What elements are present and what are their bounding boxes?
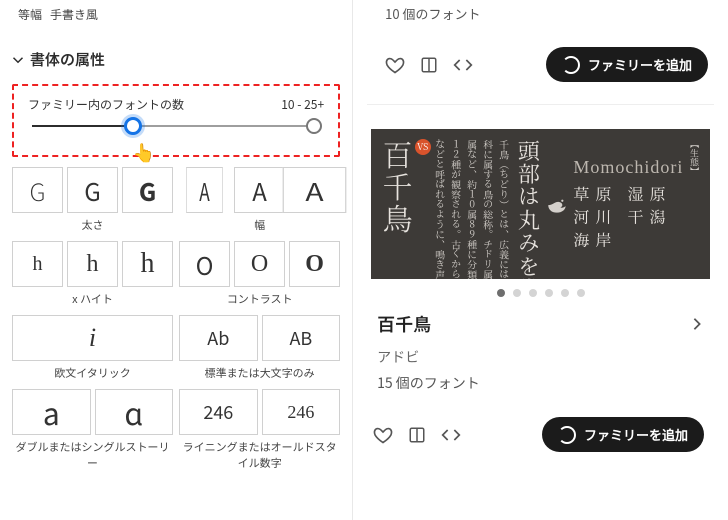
xheight-low[interactable]: h [12, 241, 63, 287]
case-mixed[interactable]: Ab [179, 315, 258, 361]
attr-width: A A A 幅 [179, 167, 340, 233]
compare-icon[interactable] [419, 55, 439, 75]
storey-label: ダブルまたはシングルストーリー [12, 439, 173, 471]
prev-card-font-count: 10 個のフォント [367, 0, 714, 23]
weight-regular[interactable]: G [67, 167, 118, 213]
carousel-dot-4[interactable] [545, 289, 553, 297]
attr-figures: 246 246 ライニングまたはオールドスタイル数字 [179, 389, 340, 471]
slider-label: ファミリー内のフォントの数 [28, 96, 184, 113]
carousel-dot-1[interactable] [497, 289, 505, 297]
preview-body-3: 属など、約10属89種に分類され、日本では [465, 139, 479, 269]
font-foundry: アドビ [371, 337, 710, 367]
tag-monospace[interactable]: 等幅 [18, 6, 42, 23]
carousel-dots [371, 279, 710, 311]
font-count: 15 個のフォント [371, 367, 710, 393]
attr-storey: a ɑ ダブルまたはシングルストーリー [12, 389, 173, 471]
chevron-down-icon [12, 54, 24, 66]
contrast-high[interactable]: O [289, 241, 340, 287]
card-divider [367, 104, 714, 105]
width-label: 幅 [179, 217, 340, 233]
italic-label: 欧文イタリック [12, 365, 173, 381]
chevron-right-icon [690, 317, 704, 331]
add-family-button[interactable]: ファミリーを追加 [542, 417, 704, 452]
fonts-per-family-slider-box: ファミリー内のフォントの数 10 - 25+ 👆 [12, 84, 340, 157]
preview-romaji: Momochidori [573, 157, 683, 178]
figures-label: ライニングまたはオールドスタイル数字 [179, 439, 340, 471]
code-icon[interactable] [441, 425, 461, 445]
slider-range-value: 10 - 25+ [281, 96, 324, 113]
font-title-row[interactable]: 百千鳥 [371, 311, 710, 337]
prev-card-actions: ファミリーを追加 [367, 23, 714, 104]
preview-vs-badge-col: VS [415, 139, 431, 269]
favorite-icon[interactable] [385, 55, 405, 75]
preview-body-4: 12種が観察される。古くから「友呼ぶ千鳥」 [449, 139, 463, 269]
case-upper[interactable]: AB [262, 315, 341, 361]
slider-handle-min[interactable] [124, 117, 142, 135]
classification-tags: 等幅 手書き風 [12, 0, 340, 41]
attr-italic: i 欧文イタリック [12, 315, 173, 381]
slider-fill [32, 125, 133, 127]
font-title: 百千鳥 [377, 311, 431, 337]
case-label: 標準または大文字のみ [179, 365, 340, 381]
weight-label: 太さ [12, 217, 173, 233]
creative-cloud-icon [562, 56, 580, 74]
preview-latin-block: Momochidori 草原 湿原 河川 干潟 海岸 [573, 139, 685, 269]
weight-bold[interactable]: G [122, 167, 173, 213]
slider-handle-max[interactable] [306, 118, 322, 134]
xheight-high[interactable]: h [122, 241, 173, 287]
carousel-dot-2[interactable] [513, 289, 521, 297]
font-preview[interactable]: 百千鳥 VS などと呼ばれるように、鳴き声が特徴的である 12種が観察される。古… [371, 129, 710, 279]
results-panel: 10 個のフォント ファミリーを追加 百千鳥 VS などと呼ばれるように、鳴き声… [353, 0, 728, 520]
vs-badge: VS [415, 139, 431, 155]
width-normal[interactable]: A [234, 167, 285, 213]
bird-icon [545, 139, 571, 269]
preview-body-2: 科に属する鳥の総称。チドリ属、コバシチドリ [481, 139, 495, 269]
font-card-momochidori: 百千鳥 VS などと呼ばれるように、鳴き声が特徴的である 12種が観察される。古… [367, 129, 714, 474]
code-icon[interactable] [453, 55, 473, 75]
figures-oldstyle[interactable]: 246 [262, 389, 341, 435]
filter-panel: 等幅 手書き風 書体の属性 ファミリー内のフォントの数 10 - 25+ 👆 G… [0, 0, 353, 520]
tag-handwritten[interactable]: 手書き風 [50, 6, 98, 23]
add-family-label: ファミリーを追加 [588, 55, 692, 74]
attr-weight: G G G 太さ [12, 167, 173, 233]
storey-single[interactable]: ɑ [95, 389, 174, 435]
attr-contrast: O O O コントラスト [179, 241, 340, 307]
carousel-dot-6[interactable] [577, 289, 585, 297]
attr-xheight: h h h x ハイト [12, 241, 173, 307]
xheight-label: x ハイト [12, 291, 173, 307]
compare-icon[interactable] [407, 425, 427, 445]
carousel-dot-3[interactable] [529, 289, 537, 297]
weight-thin[interactable]: G [12, 167, 63, 213]
figures-lining[interactable]: 246 [179, 389, 258, 435]
add-family-button[interactable]: ファミリーを追加 [546, 47, 708, 82]
properties-section-title: 書体の属性 [30, 49, 105, 70]
preview-body-5: などと呼ばれるように、鳴き声が特徴的である [433, 139, 447, 269]
italic-cell[interactable]: i [12, 315, 173, 361]
preview-headline: 頭部は丸みを帯び嘴は大型 [513, 139, 544, 269]
favorite-icon[interactable] [373, 425, 393, 445]
carousel-dot-5[interactable] [561, 289, 569, 297]
xheight-mid[interactable]: h [67, 241, 118, 287]
creative-cloud-icon [558, 426, 576, 444]
fonts-per-family-slider[interactable]: 👆 [32, 125, 320, 127]
attr-case: Ab AB 標準または大文字のみ [179, 315, 340, 381]
add-family-label: ファミリーを追加 [584, 425, 688, 444]
contrast-mid[interactable]: O [234, 241, 285, 287]
cursor-hand-icon: 👆 [133, 139, 155, 165]
font-card-actions: ファミリーを追加 [371, 393, 710, 474]
width-narrow[interactable]: A [186, 167, 223, 213]
preview-kanji-row: 草原 湿原 河川 干潟 海岸 [573, 182, 685, 251]
preview-body-1: 千鳥（ちどり）とは、広義にはチドリ目チドリ [497, 139, 511, 269]
properties-section-header[interactable]: 書体の属性 [12, 41, 340, 84]
storey-double[interactable]: a [12, 389, 91, 435]
width-wide[interactable]: A [283, 167, 347, 213]
preview-big-title: 百千鳥 [381, 139, 413, 269]
contrast-label: コントラスト [179, 291, 340, 307]
contrast-low[interactable]: O [179, 241, 230, 287]
preview-seitai: 【生態】 [687, 139, 700, 269]
